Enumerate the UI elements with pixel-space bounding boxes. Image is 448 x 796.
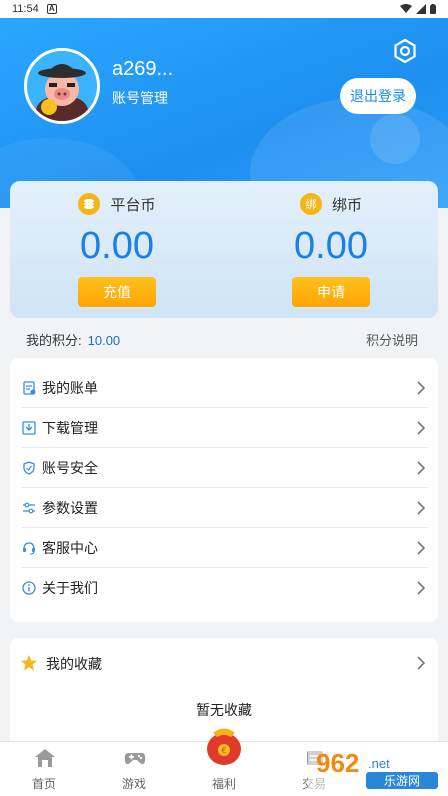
status-time: 11:54: [12, 3, 39, 15]
wifi-icon: [400, 4, 412, 13]
points-row: 我的积分: 10.00: [26, 330, 120, 349]
tab-label: 游戏: [121, 777, 146, 791]
info-icon: [22, 581, 36, 595]
apply-button[interactable]: 申请: [292, 277, 370, 307]
platform-coin-title: 平台币: [110, 196, 156, 214]
svg-text:.net: .net: [368, 756, 390, 771]
download-icon: [22, 421, 36, 435]
avatar-image: [27, 51, 97, 121]
chevron-right-icon: [417, 381, 426, 395]
username: a269...: [112, 58, 174, 80]
platform-coin-amount: 0.00: [80, 225, 154, 267]
chevron-right-icon: [417, 541, 426, 555]
chevron-right-icon: [417, 501, 426, 515]
star-icon: [21, 655, 37, 671]
points-help-link[interactable]: 积分说明: [366, 330, 418, 349]
chevron-right-icon: [417, 581, 426, 595]
gift-icon[interactable]: €: [205, 724, 243, 766]
tab-label: 首页: [31, 777, 56, 791]
signal-icon: [416, 4, 426, 14]
headset-icon: [23, 542, 35, 555]
menu-item-label: 参数设置: [42, 500, 98, 516]
settings-icon[interactable]: [392, 38, 418, 64]
menu-list: 我的账单 下载管理 账号安全 参数设置 客服中心 关于我们: [10, 358, 438, 622]
wallet-card: 平台币 0.00 充值 绑 绑币 0.00 申请: [10, 181, 438, 318]
sliders-icon: [23, 502, 35, 514]
shield-icon: [23, 461, 35, 475]
svg-text:€: €: [221, 746, 226, 755]
chevron-right-icon[interactable]: [416, 656, 426, 670]
status-bar: 11:54 A: [0, 0, 448, 18]
home-icon: [35, 749, 55, 767]
favorites-empty-text: 暂无收藏: [196, 702, 252, 718]
menu-item-downloads[interactable]: 下载管理: [10, 408, 438, 448]
tab-label: 福利: [211, 777, 236, 791]
menu-item-support[interactable]: 客服中心: [10, 528, 438, 568]
account-manage-link[interactable]: 账号管理: [112, 88, 168, 108]
favorites-title[interactable]: 我的收藏: [46, 654, 102, 674]
bound-coin-amount: 0.00: [294, 225, 368, 267]
coin-icon: [78, 193, 101, 215]
status-indicators: [400, 4, 436, 14]
sim-icon: A: [46, 4, 57, 14]
battery-icon: [430, 4, 436, 14]
menu-item-label: 我的账单: [42, 380, 98, 396]
gamepad-icon: [124, 753, 146, 765]
menu-item-label: 客服中心: [42, 540, 98, 556]
menu-item-bill[interactable]: 我的账单: [10, 368, 438, 408]
recharge-button[interactable]: 充值: [78, 277, 156, 307]
platform-coin-panel: 平台币 0.00 充值: [10, 181, 224, 318]
bill-icon: [23, 381, 36, 395]
bound-coin-icon: 绑: [299, 193, 322, 215]
tab-home[interactable]: 首页: [12, 742, 76, 796]
menu-item-label: 下载管理: [42, 420, 98, 436]
points-label: 我的积分:: [26, 333, 82, 348]
menu-item-label: 账号安全: [42, 460, 98, 476]
profile-header: a269... 账号管理 退出登录: [0, 18, 448, 208]
menu-item-about[interactable]: 关于我们: [10, 568, 438, 608]
avatar[interactable]: [24, 48, 100, 124]
svg-text:962: 962: [316, 748, 359, 778]
svg-text:乐游网: 乐游网: [384, 774, 420, 788]
menu-item-security[interactable]: 账号安全: [10, 448, 438, 488]
tab-games[interactable]: 游戏: [102, 742, 166, 796]
points-value: 10.00: [87, 333, 121, 348]
chevron-right-icon: [417, 461, 426, 475]
watermark-logo: 962 .net 乐游网: [308, 742, 444, 792]
chevron-right-icon: [417, 421, 426, 435]
menu-item-label: 关于我们: [42, 580, 98, 596]
bound-coin-title: 绑币: [331, 196, 362, 214]
header-decoration: [370, 114, 420, 164]
logout-button[interactable]: 退出登录: [340, 78, 416, 114]
bound-coin-panel: 绑 绑币 0.00 申请: [224, 181, 438, 318]
menu-item-settings[interactable]: 参数设置: [10, 488, 438, 528]
